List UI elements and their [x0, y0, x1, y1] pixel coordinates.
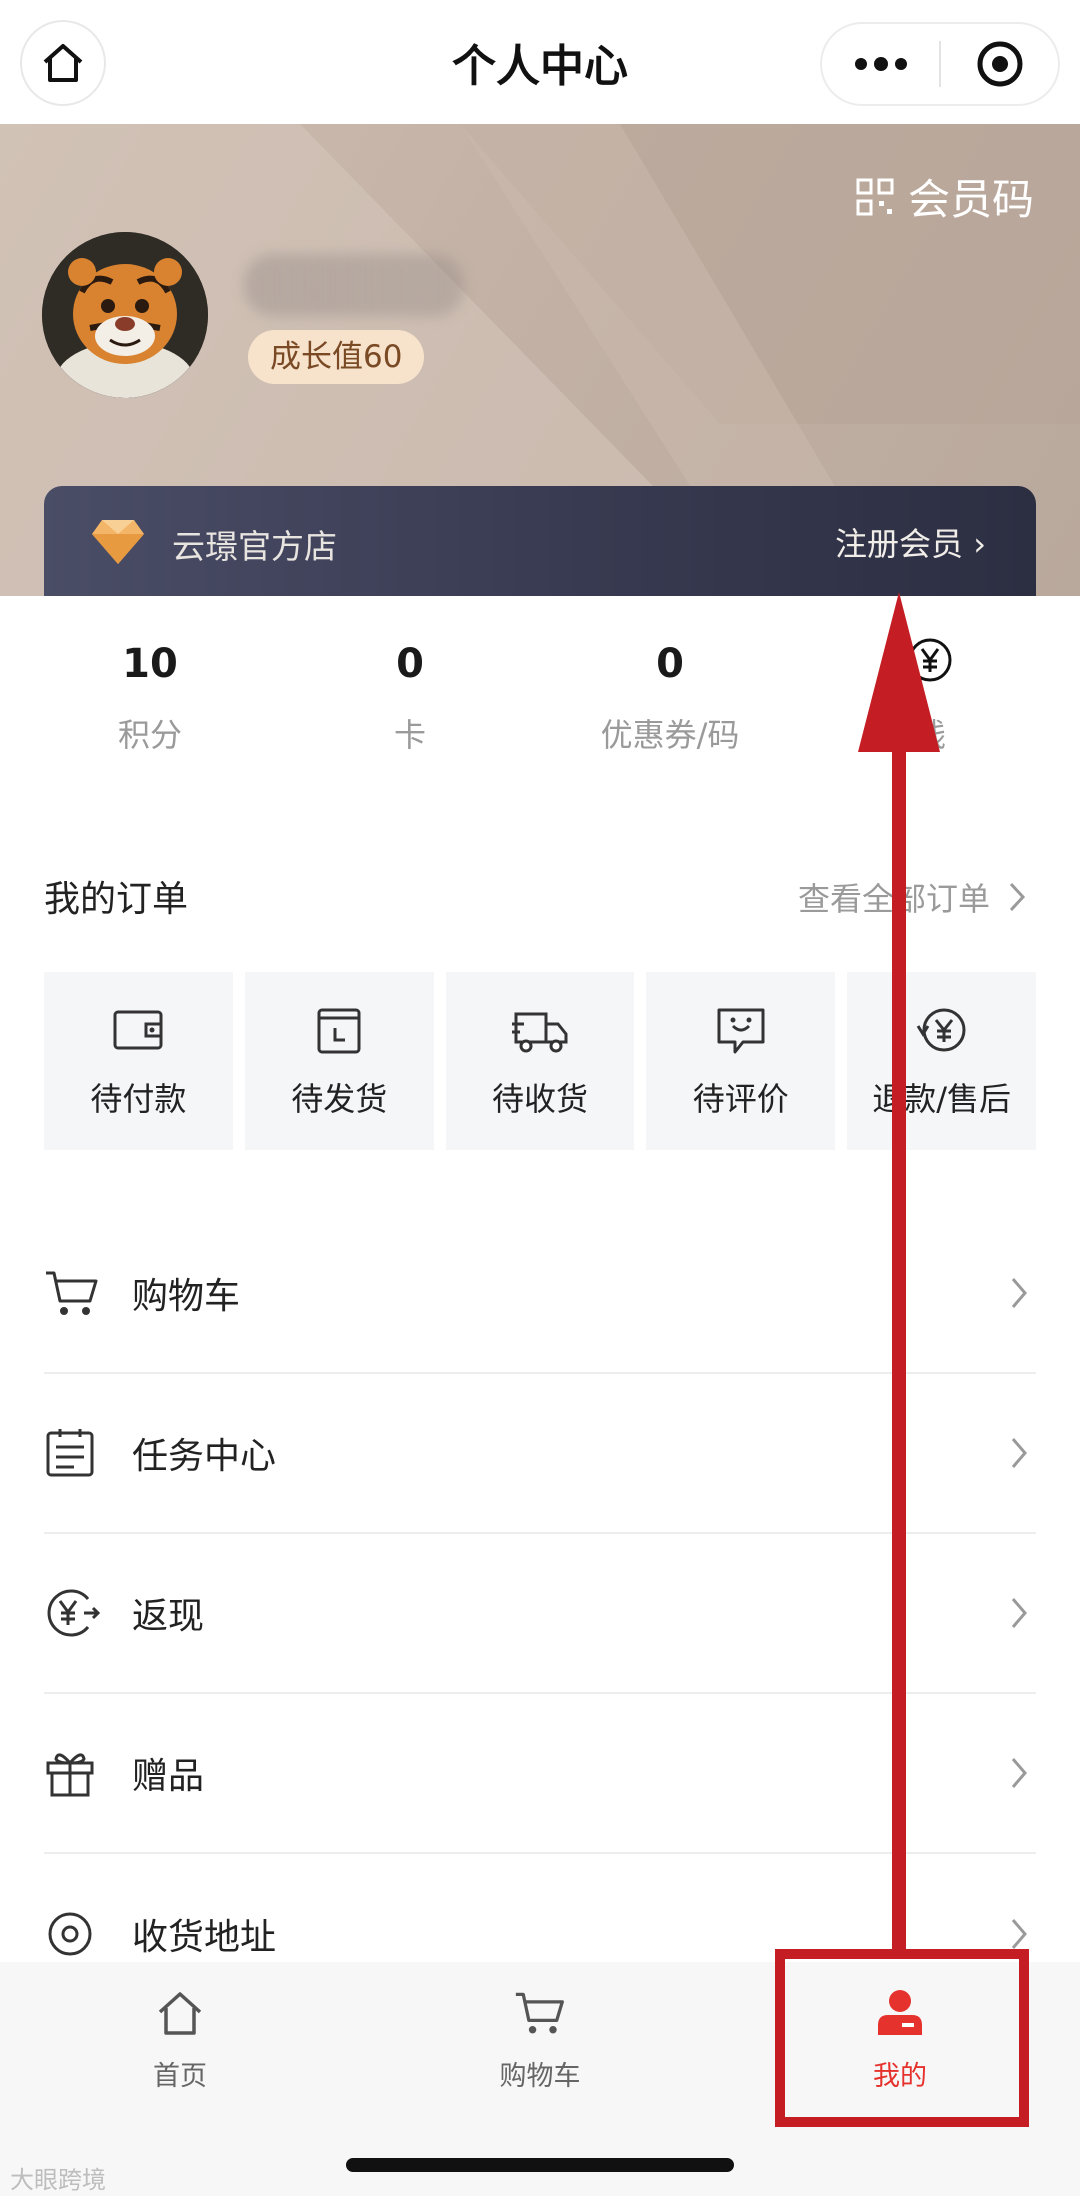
view-all-orders-link[interactable]: 查看全部订单 [798, 874, 1026, 920]
order-tile-pending-receipt[interactable]: 待收货 [445, 972, 635, 1150]
home-icon [158, 1992, 202, 2035]
task-list-icon [46, 1429, 94, 1477]
tiger-avatar-image [42, 232, 208, 398]
cart-icon [46, 1271, 98, 1315]
orders-title: 我的订单 [44, 879, 189, 920]
wallet-stat[interactable]: 钱 [800, 636, 1060, 756]
mini-program-capsule [820, 22, 1060, 106]
store-name: 云璟官方店 [172, 527, 337, 566]
tab-label: 首页 [153, 2061, 207, 2092]
username-blurred [244, 254, 464, 316]
tab-label: 我的 [873, 2061, 927, 2092]
order-tile-label: 退款/售后 [872, 1080, 1011, 1118]
order-tile-pending-shipment[interactable]: 待发货 [244, 972, 434, 1150]
yuan-coin-icon [908, 638, 952, 682]
account-stats: 10 积分 0 卡 0 优惠券/码 钱 [0, 636, 1080, 776]
menu-item-label: 赠品 [132, 1756, 205, 1797]
order-tile-pending-review[interactable]: 待评价 [646, 972, 836, 1150]
watermark: 大眼跨境 [10, 2166, 106, 2194]
tab-home[interactable]: 首页 [80, 1982, 280, 2093]
menu-item-task-center[interactable]: 任务中心 [44, 1374, 1036, 1534]
delivery-truck-icon [511, 1012, 568, 1053]
order-tile-label: 待发货 [291, 1080, 388, 1118]
gift-icon [46, 1753, 94, 1797]
tab-label: 购物车 [499, 2061, 581, 2092]
order-tile-label: 待评价 [692, 1080, 789, 1118]
coupon-label: 优惠券/码 [600, 716, 740, 754]
tab-mine[interactable]: 我的 [800, 1982, 1000, 2093]
wallet-value [800, 636, 1060, 692]
pending-ship-icon [317, 1008, 361, 1054]
home-indicator [346, 2158, 734, 2172]
avatar[interactable] [42, 232, 208, 398]
more-button[interactable] [822, 24, 939, 104]
chevron-right-icon [1011, 1278, 1027, 1308]
order-tile-label: 待付款 [90, 1080, 187, 1118]
order-status-tiles: 待付款 待发货 待收货 待评价 退款/售后 [44, 972, 1036, 1150]
diamond-icon [92, 520, 144, 564]
menu-item-gifts[interactable]: 赠品 [44, 1694, 1036, 1854]
target-close-icon [977, 41, 1022, 87]
coupon-stat[interactable]: 0 优惠券/码 [540, 636, 800, 756]
wallet-label: 钱 [913, 716, 946, 754]
menu-item-cashback[interactable]: 返现 [44, 1534, 1036, 1694]
more-dots-icon [854, 57, 907, 71]
view-all-orders-label: 查看全部订单 [797, 880, 990, 918]
register-member-link[interactable]: 注册会员 › [835, 519, 986, 565]
chevron-right-icon [1011, 1438, 1027, 1468]
refund-icon [916, 1008, 966, 1052]
points-label: 积分 [117, 716, 182, 754]
menu-item-label: 任务中心 [132, 1436, 277, 1477]
chevron-right-icon [1011, 1758, 1027, 1788]
growth-badge: 成长值60 [248, 330, 425, 384]
coupon-value: 0 [656, 641, 684, 687]
card-stat[interactable]: 0 卡 [280, 636, 540, 756]
tab-cart[interactable]: 购物车 [440, 1982, 640, 2093]
close-program-button[interactable] [941, 24, 1058, 104]
chevron-right-icon [1011, 1919, 1027, 1949]
profile-banner: 会员码 成长值60 云璟官方店 注册会员 › [0, 124, 1080, 596]
menu-item-label: 收货地址 [132, 1917, 277, 1958]
card-value: 0 [396, 641, 424, 687]
member-code-label: 会员码 [907, 175, 1034, 224]
cart-icon [515, 1992, 564, 2034]
member-code-button[interactable]: 会员码 [856, 166, 1034, 227]
title-bar: 个人中心 [0, 0, 1080, 124]
page: 个人中心 会员码 成长值60 云璟官方店 注册会员 › 10 积分 0 卡 0 … [0, 0, 1080, 2196]
location-icon [48, 1912, 92, 1956]
menu-item-cart[interactable]: 购物车 [44, 1214, 1036, 1374]
card-label: 卡 [393, 716, 426, 754]
wallet-icon [113, 1010, 163, 1050]
menu-item-label: 购物车 [132, 1276, 241, 1317]
order-tile-refund[interactable]: 退款/售后 [847, 972, 1036, 1150]
vip-card[interactable]: 云璟官方店 注册会员 › [44, 486, 1036, 596]
points-stat[interactable]: 10 积分 [20, 636, 280, 756]
chevron-right-icon [1009, 882, 1026, 912]
service-menu: 购物车 任务中心 返现 赠品 收货地址 [44, 1214, 1036, 2014]
qr-code-icon [856, 178, 894, 215]
points-value: 10 [122, 641, 178, 687]
review-chat-icon [717, 1008, 765, 1054]
order-tile-pending-payment[interactable]: 待付款 [44, 972, 233, 1150]
menu-item-label: 返现 [132, 1596, 205, 1637]
chevron-right-icon [1011, 1598, 1027, 1628]
user-icon [878, 1990, 922, 2035]
cashback-icon [47, 1589, 100, 1637]
order-tile-label: 待收货 [491, 1080, 588, 1118]
